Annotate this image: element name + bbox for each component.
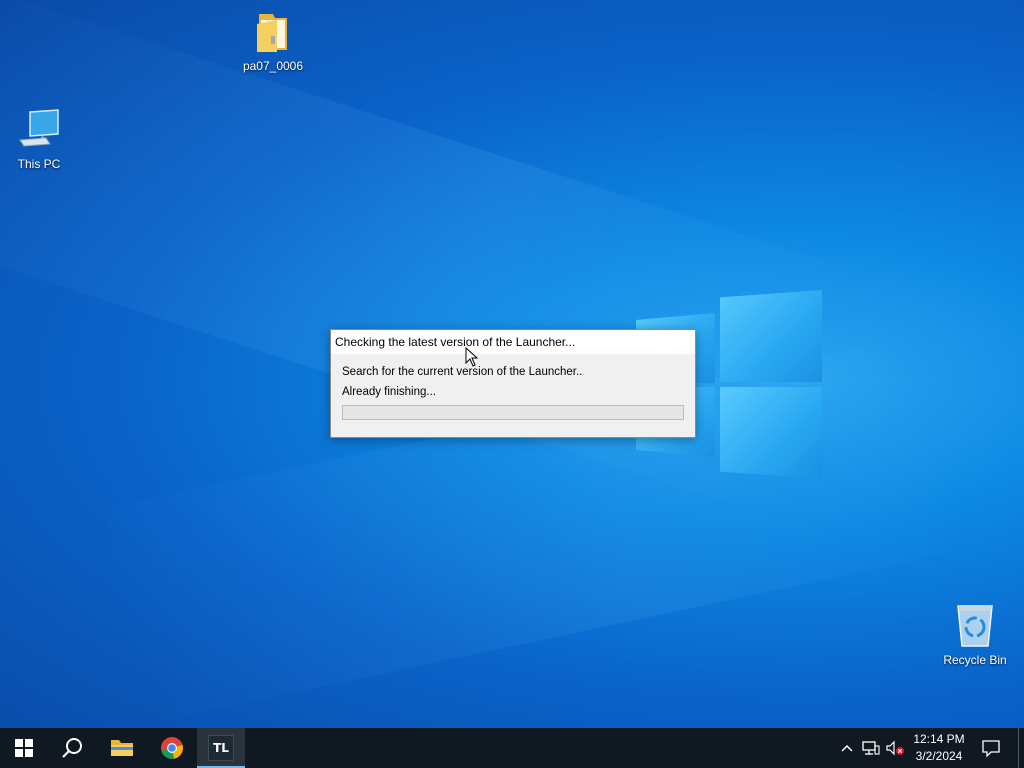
folder-icon xyxy=(257,14,287,52)
notification-icon[interactable] xyxy=(982,739,1000,757)
desktop-icon-label: pa07_0006 xyxy=(242,59,304,73)
dialog-title: Checking the latest version of the Launc… xyxy=(335,335,576,349)
volume-muted-icon[interactable] xyxy=(885,740,905,756)
folder-icon xyxy=(111,740,133,756)
status-line-finishing: Already finishing... xyxy=(342,386,436,398)
status-line-search: Search for the current version of the La… xyxy=(342,366,583,378)
launcher-update-dialog: Checking the latest version of the Launc… xyxy=(330,329,696,438)
mouse-cursor-icon xyxy=(465,347,479,367)
chevron-up-icon[interactable] xyxy=(840,740,854,756)
desktop-icon-label: This PC xyxy=(17,157,61,171)
file-explorer-button[interactable] xyxy=(98,728,146,768)
desktop-icon-recycle-bin[interactable]: Recycle Bin xyxy=(937,602,1013,667)
dialog-titlebar[interactable]: Checking the latest version of the Launc… xyxy=(331,330,695,354)
launcher-button[interactable]: TL xyxy=(197,728,245,768)
start-button[interactable] xyxy=(0,728,48,768)
clock-time: 12:14 PM xyxy=(913,732,965,746)
computer-icon xyxy=(19,109,59,147)
network-icon[interactable] xyxy=(862,740,880,756)
chrome-icon xyxy=(161,737,183,759)
search-button[interactable] xyxy=(48,728,96,768)
taskbar: TL 12:14 PM 3/2/2024 xyxy=(0,728,1024,768)
windows-logo-icon xyxy=(15,739,33,757)
recycle-bin-icon xyxy=(957,605,993,647)
system-clock[interactable]: 12:14 PM 3/2/2024 xyxy=(908,731,970,765)
desktop-icon-this-pc[interactable]: This PC xyxy=(1,108,77,171)
clock-date: 3/2/2024 xyxy=(915,749,963,763)
desktop-icon-label: Recycle Bin xyxy=(943,653,1007,667)
tl-app-icon: TL xyxy=(208,735,234,761)
show-desktop-button[interactable] xyxy=(1018,728,1024,768)
chrome-button[interactable] xyxy=(148,728,196,768)
desktop: pa07_0006 This PC Recycle Bin Checking t… xyxy=(0,0,1024,728)
desktop-icon-folder[interactable]: pa07_0006 xyxy=(235,10,311,73)
search-icon xyxy=(62,738,82,758)
progress-bar xyxy=(342,405,684,420)
